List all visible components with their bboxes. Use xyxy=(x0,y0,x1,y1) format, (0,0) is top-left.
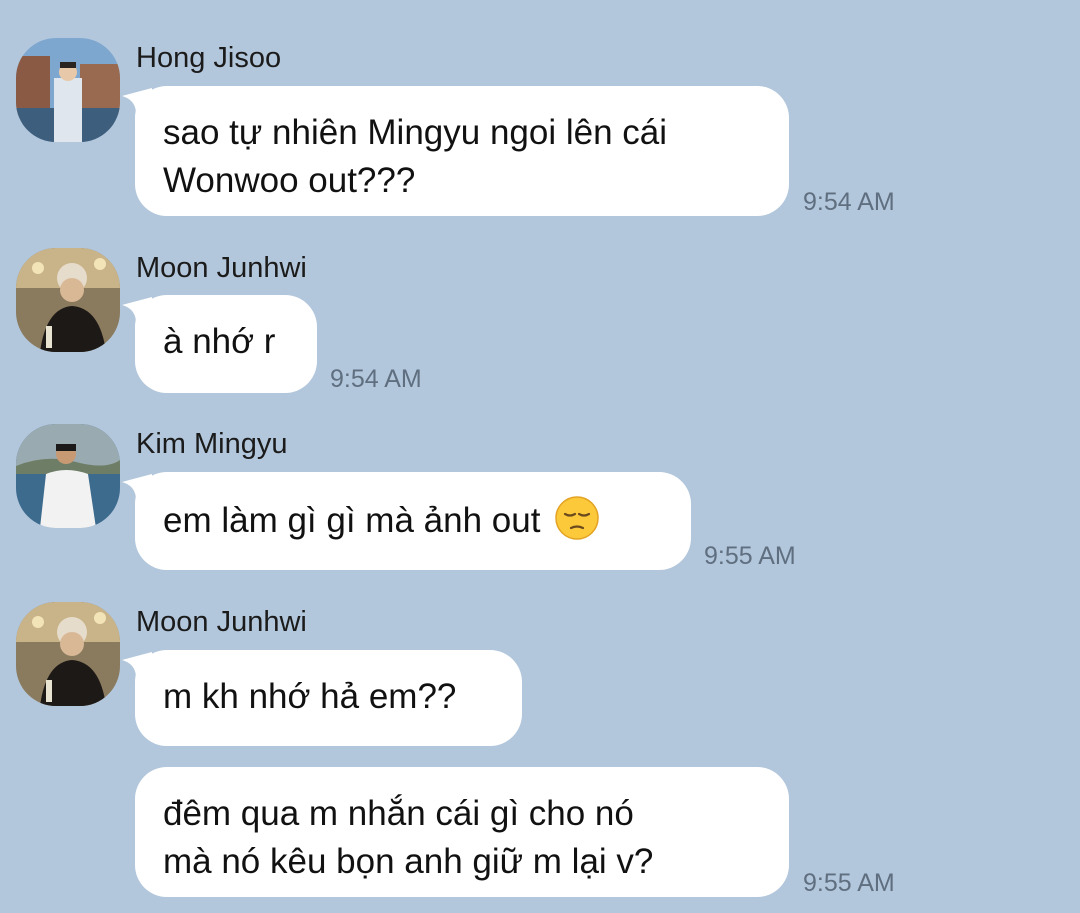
message-timestamp: 9:54 AM xyxy=(330,365,422,393)
sender-name: Kim Mingyu xyxy=(136,428,288,460)
message-bubble[interactable]: em làm gì gì mà ảnh out xyxy=(122,472,691,570)
message-line: m kh nhớ hả em?? xyxy=(163,677,457,716)
bubble-tail xyxy=(122,297,152,323)
pensive-face-emoji-icon xyxy=(555,496,599,540)
message-timestamp: 9:55 AM xyxy=(803,869,895,897)
sender-name: Moon Junhwi xyxy=(136,252,307,284)
message-timestamp: 9:55 AM xyxy=(704,542,796,570)
message-bubble[interactable]: à nhớ r xyxy=(122,295,317,393)
bubble-tail xyxy=(122,652,152,678)
bubble-tail xyxy=(122,474,152,500)
avatar-kim-mingyu[interactable] xyxy=(16,424,120,528)
message-line: mà nó kêu bọn anh giữ m lại v? xyxy=(163,842,654,881)
message-bubble[interactable]: đêm qua m nhắn cái gì cho nó mà nó kêu b… xyxy=(135,767,789,897)
message-line: em làm gì gì mà ảnh out xyxy=(163,501,541,540)
avatar-moon-junhwi[interactable] xyxy=(16,248,120,352)
message-bubble[interactable]: m kh nhớ hả em?? xyxy=(122,650,522,746)
avatar-hong-jisoo[interactable] xyxy=(16,38,120,142)
message-bubble[interactable]: sao tự nhiên Mingyu ngoi lên cái Wonwoo … xyxy=(122,86,789,216)
avatar-moon-junhwi[interactable] xyxy=(16,602,120,706)
chat-thread: Hong Jisoo sao tự nhiên Mingyu ngoi lên … xyxy=(0,0,1080,913)
message-line: đêm qua m nhắn cái gì cho nó xyxy=(163,794,634,833)
message-line: Wonwoo out??? xyxy=(163,161,416,200)
sender-name: Moon Junhwi xyxy=(136,606,307,638)
message-line: sao tự nhiên Mingyu ngoi lên cái xyxy=(163,113,668,152)
message-timestamp: 9:54 AM xyxy=(803,188,895,216)
message-line: à nhớ r xyxy=(163,322,276,361)
sender-name: Hong Jisoo xyxy=(136,42,282,74)
bubble-tail xyxy=(122,88,152,114)
